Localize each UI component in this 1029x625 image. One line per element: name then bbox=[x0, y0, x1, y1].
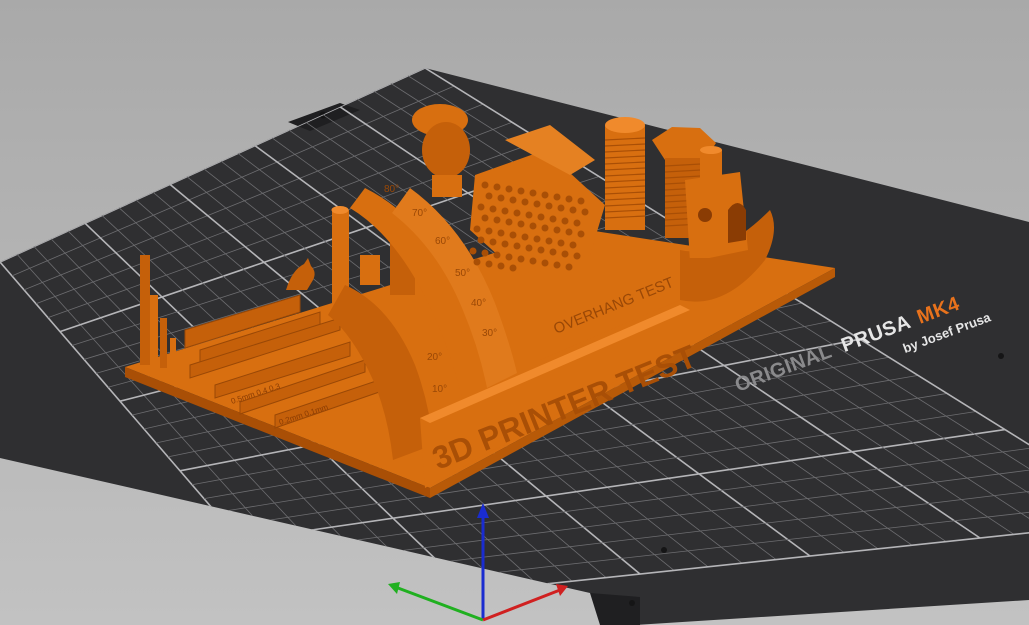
honeycomb-cell bbox=[569, 241, 577, 249]
model-threaded-cylinder bbox=[605, 125, 645, 230]
angle-label: 30° bbox=[482, 328, 497, 339]
honeycomb-cell bbox=[569, 206, 577, 214]
honeycomb-cell bbox=[501, 240, 509, 248]
honeycomb-cell bbox=[545, 202, 553, 210]
model-cylinder bbox=[360, 255, 380, 285]
honeycomb-cell bbox=[529, 222, 537, 230]
honeycomb-cell bbox=[493, 216, 501, 224]
honeycomb-cell bbox=[469, 247, 477, 255]
bed-screw-hole bbox=[629, 600, 635, 606]
honeycomb-cell bbox=[521, 233, 529, 241]
honeycomb-cell bbox=[541, 191, 549, 199]
honeycomb-cell bbox=[509, 264, 517, 272]
honeycomb-cell bbox=[509, 231, 517, 239]
honeycomb-cell bbox=[573, 252, 581, 260]
honeycomb-cell bbox=[481, 181, 489, 189]
angle-label: 70° bbox=[412, 208, 427, 219]
bed-screw-hole bbox=[998, 353, 1004, 359]
honeycomb-cell bbox=[481, 249, 489, 257]
honeycomb-cell bbox=[565, 228, 573, 236]
honeycomb-cell bbox=[513, 242, 521, 250]
honeycomb-cell bbox=[477, 203, 485, 211]
honeycomb-cell bbox=[549, 215, 557, 223]
angle-label: 60° bbox=[435, 236, 450, 247]
honeycomb-cell bbox=[513, 209, 521, 217]
model-pin bbox=[160, 318, 167, 368]
honeycomb-cell bbox=[553, 226, 561, 234]
honeycomb-cell bbox=[553, 261, 561, 269]
bed-screw-hole bbox=[661, 547, 667, 553]
honeycomb-cell bbox=[549, 248, 557, 256]
honeycomb-cell bbox=[509, 196, 517, 204]
honeycomb-cell bbox=[537, 213, 545, 221]
honeycomb-cell bbox=[477, 236, 485, 244]
model-pin bbox=[150, 295, 158, 365]
honeycomb-cell bbox=[557, 204, 565, 212]
angle-label: 80° bbox=[384, 184, 399, 195]
honeycomb-cell bbox=[493, 251, 501, 259]
honeycomb-cell bbox=[501, 207, 509, 215]
honeycomb-cell bbox=[497, 229, 505, 237]
honeycomb-cell bbox=[561, 217, 569, 225]
angle-label: 50° bbox=[455, 268, 470, 279]
honeycomb-cell bbox=[525, 211, 533, 219]
honeycomb-cell bbox=[529, 257, 537, 265]
honeycomb-cell bbox=[485, 227, 493, 235]
honeycomb-cell bbox=[521, 198, 529, 206]
model-pin bbox=[170, 338, 176, 370]
honeycomb-cell bbox=[573, 219, 581, 227]
honeycomb-cell bbox=[565, 263, 573, 271]
honeycomb-cell bbox=[561, 250, 569, 258]
honeycomb-cell bbox=[529, 189, 537, 197]
honeycomb-cell bbox=[505, 253, 513, 261]
angle-label: 40° bbox=[471, 298, 486, 309]
honeycomb-cell bbox=[485, 260, 493, 268]
honeycomb-cell bbox=[505, 185, 513, 193]
honeycomb-cell bbox=[489, 205, 497, 213]
scene-canvas[interactable]: ORIGINAL PRUSA MK4 by Josef Prusa 0.5mm … bbox=[0, 0, 1029, 625]
honeycomb-cell bbox=[505, 218, 513, 226]
honeycomb-cell bbox=[493, 183, 501, 191]
honeycomb-cell bbox=[497, 262, 505, 270]
honeycomb-cell bbox=[553, 193, 561, 201]
honeycomb-cell bbox=[497, 194, 505, 202]
honeycomb-cell bbox=[537, 246, 545, 254]
angle-label: 10° bbox=[432, 384, 447, 395]
honeycomb-cell bbox=[481, 214, 489, 222]
honeycomb-cell bbox=[541, 224, 549, 232]
honeycomb-cell bbox=[557, 239, 565, 247]
angle-label: 20° bbox=[427, 352, 442, 363]
honeycomb-cell bbox=[565, 195, 573, 203]
honeycomb-cell bbox=[533, 200, 541, 208]
honeycomb-cell bbox=[473, 225, 481, 233]
model-pin bbox=[140, 255, 150, 365]
honeycomb-cell bbox=[517, 220, 525, 228]
3d-viewport[interactable]: ORIGINAL PRUSA MK4 by Josef Prusa 0.5mm … bbox=[0, 0, 1029, 625]
model-threaded-cylinder-top bbox=[605, 117, 645, 133]
honeycomb-cell bbox=[525, 244, 533, 252]
honeycomb-cell bbox=[533, 235, 541, 243]
honeycomb-cell bbox=[577, 230, 585, 238]
honeycomb-cell bbox=[581, 208, 589, 216]
honeycomb-cell bbox=[541, 259, 549, 267]
model-cylinder-top bbox=[331, 206, 349, 214]
honeycomb-cell bbox=[545, 237, 553, 245]
honeycomb-cell bbox=[489, 238, 497, 246]
honeycomb-cell bbox=[473, 258, 481, 266]
honeycomb-cell bbox=[485, 192, 493, 200]
honeycomb-cell bbox=[517, 255, 525, 263]
honeycomb-cell bbox=[577, 197, 585, 205]
honeycomb-cell bbox=[517, 187, 525, 195]
